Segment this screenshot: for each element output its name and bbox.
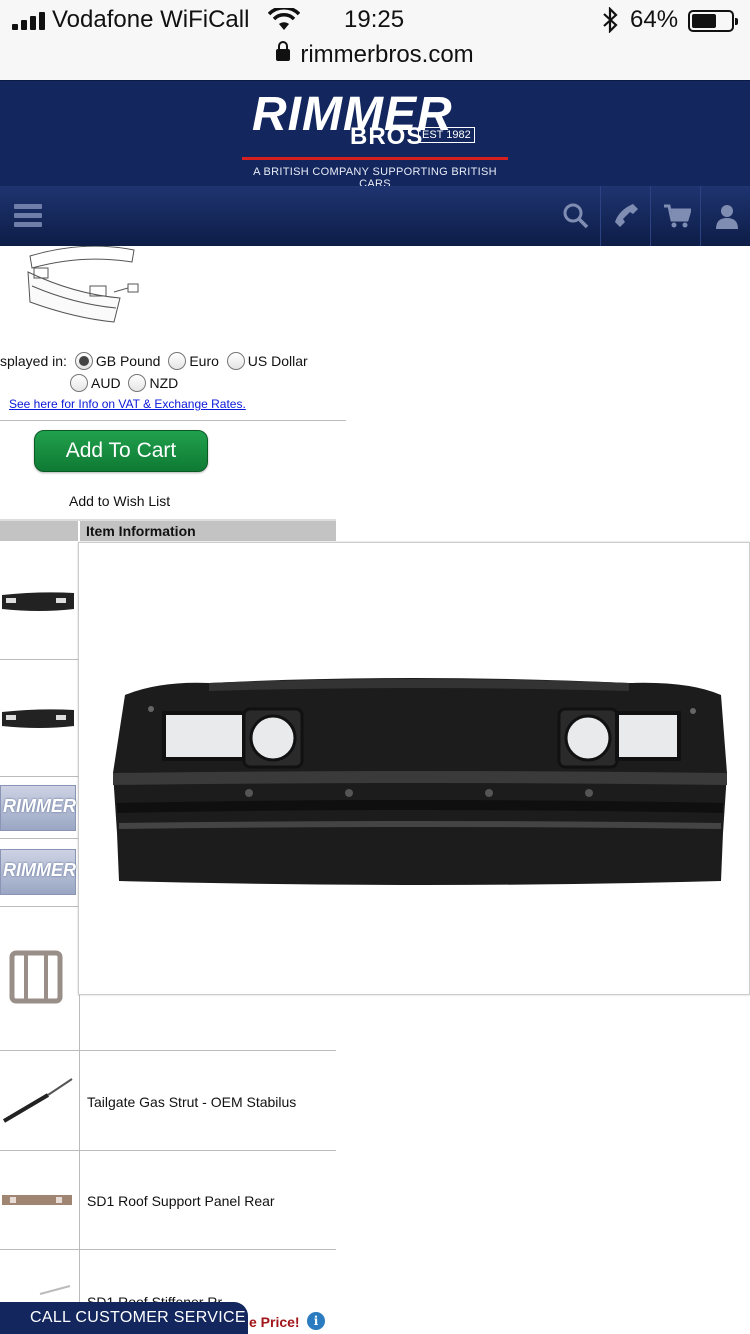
logo-est-badge: EST 1982 — [418, 127, 475, 143]
currency-radio-euro[interactable] — [168, 352, 187, 370]
currency-option-gbp[interactable]: GB Pound — [96, 353, 161, 369]
rear-panel-product-image — [113, 678, 727, 885]
battery-icon — [688, 10, 738, 32]
product-image-popup[interactable] — [78, 542, 750, 995]
carrier-name: Vodafone WiFiCall — [52, 6, 250, 33]
product-thumbnail[interactable] — [0, 660, 80, 776]
clock: 19:25 — [344, 6, 405, 33]
url-text: rimmerbros.com — [300, 41, 474, 68]
product-thumbnail-placeholder[interactable]: RIMMER — [0, 777, 80, 838]
rimmer-logo-placeholder-icon: RIMMER — [0, 785, 76, 831]
user-icon — [716, 205, 738, 229]
nav-bar — [0, 186, 750, 246]
currency-option-usd[interactable]: US Dollar — [248, 353, 308, 369]
battery-percent: 64% — [630, 6, 679, 33]
signal-icon — [12, 12, 46, 30]
menu-icon[interactable] — [14, 202, 42, 230]
add-to-cart-button[interactable]: Add To Cart — [34, 430, 208, 472]
lock-icon — [276, 41, 291, 63]
currency-radio-nzd[interactable] — [128, 374, 147, 392]
currency-label: splayed in: — [0, 353, 67, 369]
product-thumbnail[interactable] — [0, 1151, 80, 1249]
table-header-image-cell — [0, 521, 80, 543]
search-button[interactable] — [550, 186, 600, 246]
product-thumbnail[interactable] — [0, 1051, 80, 1150]
add-to-wish-list-link[interactable]: Add to Wish List — [69, 493, 170, 509]
divider — [0, 420, 346, 421]
currency-radio-gbp[interactable] — [74, 352, 93, 370]
bluetooth-icon — [603, 7, 618, 33]
phone-button[interactable] — [600, 186, 650, 246]
parts-diagram — [27, 246, 139, 323]
logo-red-line — [242, 157, 508, 160]
cart-icon — [664, 204, 691, 228]
rimmer-logo-placeholder-icon: RIMMER — [0, 849, 76, 895]
cart-button[interactable] — [650, 186, 700, 246]
site-logo[interactable]: RIMMER BROS EST 1982 A BRITISH COMPANY S… — [242, 89, 508, 190]
logo-sub-text: BROS — [350, 123, 424, 150]
address-bar[interactable]: rimmerbros.com — [0, 40, 750, 80]
product-name[interactable]: SD1 Roof Support Panel Rear — [87, 1193, 275, 1209]
vat-info-link[interactable]: See here for Info on VAT & Exchange Rate… — [9, 397, 246, 411]
wifi-icon — [268, 8, 300, 30]
call-customer-service-button[interactable]: CALL CUSTOMER SERVICE — [0, 1302, 248, 1334]
currency-radio-usd[interactable] — [226, 352, 245, 370]
phone-icon — [615, 204, 638, 227]
product-thumbnail[interactable] — [0, 543, 80, 659]
table-header-item-information: Item Information — [86, 523, 196, 539]
info-icon[interactable]: i — [307, 1312, 325, 1330]
table-row[interactable]: SD1 Roof Support Panel Rear — [0, 1151, 336, 1250]
account-button[interactable] — [700, 186, 750, 246]
currency-option-nzd[interactable]: NZD — [149, 375, 178, 391]
site-header: RIMMER BROS EST 1982 A BRITISH COMPANY S… — [0, 80, 750, 190]
product-name[interactable]: Tailgate Gas Strut - OEM Stabilus — [87, 1094, 296, 1110]
currency-option-euro[interactable]: Euro — [189, 353, 219, 369]
currency-radio-aud[interactable] — [70, 374, 88, 392]
product-thumbnail[interactable] — [0, 907, 80, 1050]
status-bar: Vodafone WiFiCall 19:25 64% — [0, 0, 750, 40]
currency-option-aud[interactable]: AUD — [91, 375, 121, 391]
price-fragment-text: e Price! — [249, 1314, 300, 1330]
table-header: Item Information — [0, 519, 336, 543]
search-icon — [563, 203, 589, 229]
table-row[interactable]: Tailgate Gas Strut - OEM Stabilus — [0, 1051, 336, 1151]
product-thumbnail-placeholder[interactable]: RIMMER — [0, 839, 80, 906]
